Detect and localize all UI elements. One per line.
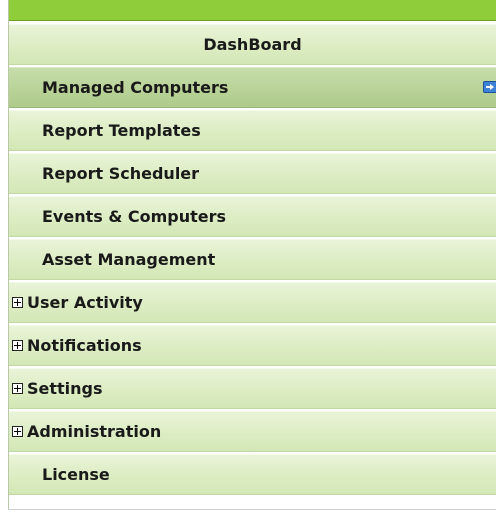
menu-item-label: Managed Computers xyxy=(42,78,229,97)
menu-item-label: User Activity xyxy=(27,293,143,312)
plus-box-icon[interactable] xyxy=(12,426,23,437)
menu-item-label: Report Scheduler xyxy=(42,164,200,183)
menu-item-events-computers[interactable]: Events & Computers xyxy=(9,196,496,237)
menu-item-settings[interactable]: Settings xyxy=(9,368,496,409)
menu-item-user-activity[interactable]: User Activity xyxy=(9,282,496,323)
menu-item-managed-computers[interactable]: Managed Computers xyxy=(9,67,496,108)
menu-item-asset-management[interactable]: Asset Management xyxy=(9,239,496,280)
menu-top-bar xyxy=(9,0,496,21)
menu-item-administration[interactable]: Administration xyxy=(9,411,496,452)
menu-item-license[interactable]: License xyxy=(9,454,496,495)
plus-box-icon[interactable] xyxy=(12,340,23,351)
menu-item-label: Report Templates xyxy=(42,121,201,140)
navigation-menu: DashBoard Managed Computers Report Templ… xyxy=(8,0,496,510)
menu-item-label: Notifications xyxy=(27,336,142,355)
menu-item-label: Administration xyxy=(27,422,162,441)
menu-item-report-scheduler[interactable]: Report Scheduler xyxy=(9,153,496,194)
menu-item-label: DashBoard xyxy=(203,35,302,54)
menu-item-notifications[interactable]: Notifications xyxy=(9,325,496,366)
plus-box-icon[interactable] xyxy=(12,297,23,308)
menu-item-dashboard[interactable]: DashBoard xyxy=(9,24,496,65)
arrow-right-icon[interactable] xyxy=(483,81,496,93)
menu-item-report-templates[interactable]: Report Templates xyxy=(9,110,496,151)
menu-item-label: Events & Computers xyxy=(42,207,227,226)
menu-item-label: License xyxy=(42,465,110,484)
menu-item-label: Settings xyxy=(27,379,103,398)
plus-box-icon[interactable] xyxy=(12,383,23,394)
menu-item-label: Asset Management xyxy=(42,250,216,269)
